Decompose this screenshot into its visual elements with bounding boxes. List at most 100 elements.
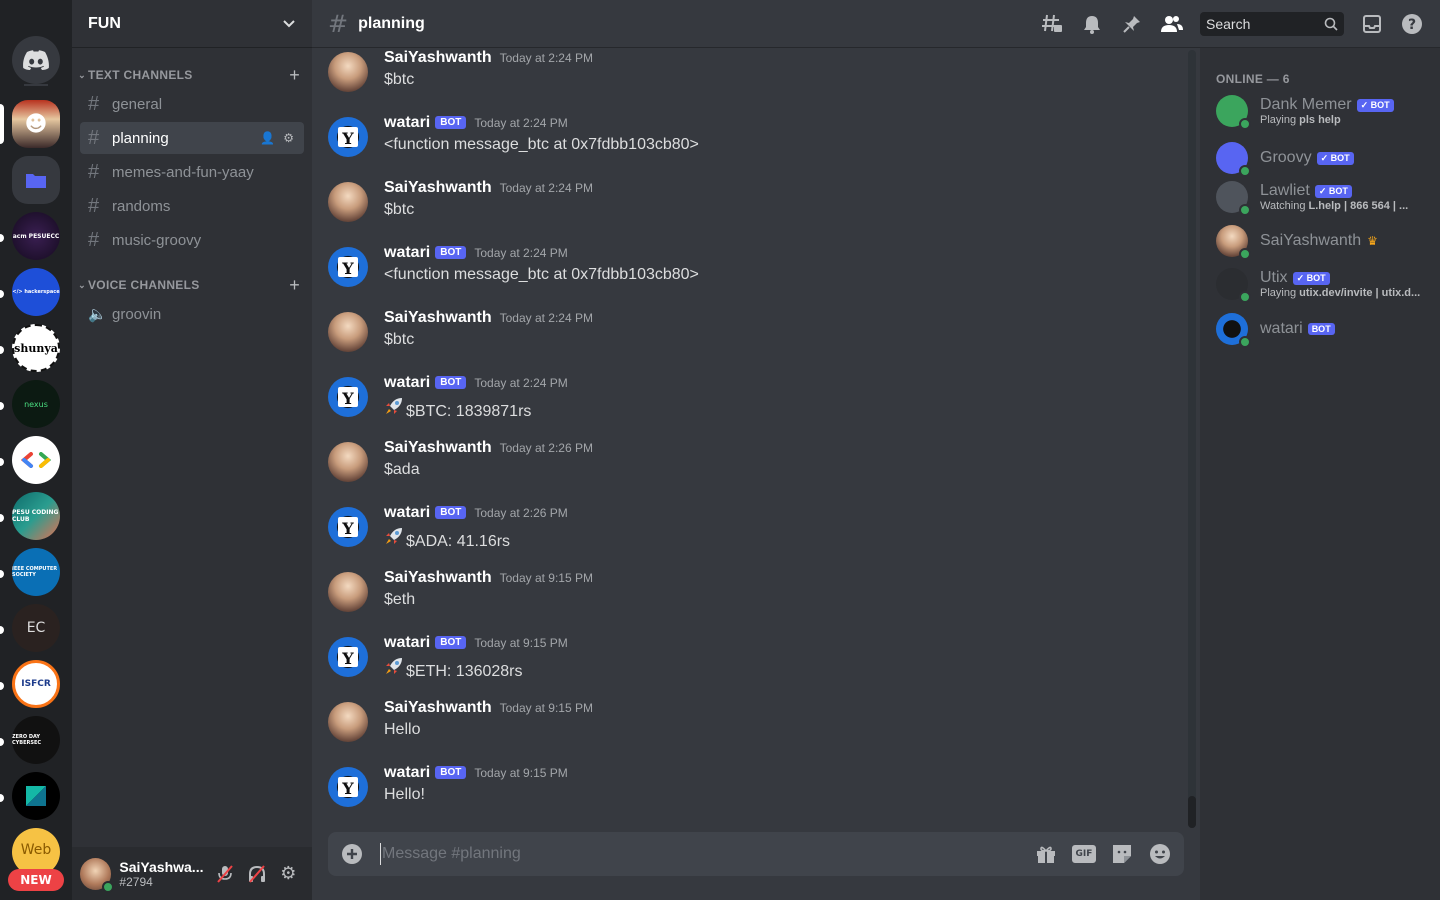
server-folder[interactable] [12,156,60,204]
message-item[interactable]: SaiYashwanth Today at 9:15 PM $eth [328,568,1168,628]
message-item[interactable]: Ywatari BOT Today at 2:24 PM $BTC: 1839871r… [328,373,1168,433]
category-voice-channels[interactable]: ⌄ VOICE CHANNELS + [76,273,308,297]
member-item[interactable]: SaiYashwanth ♛ [1208,220,1432,262]
scrollbar[interactable] [1188,50,1196,828]
message-author[interactable]: watari [384,764,430,782]
search-placeholder: Search [1206,16,1251,32]
message-author[interactable]: watari [384,114,430,132]
add-channel-icon[interactable]: + [289,275,300,296]
notifications-button[interactable] [1080,12,1104,36]
chat-area: # planning Search ? SaiYashwanth Today at… [312,0,1440,900]
threads-button[interactable] [1040,12,1064,36]
new-badge[interactable]: NEW [8,869,64,891]
message-item[interactable]: SaiYashwanth Today at 2:24 PM $btc [328,178,1168,238]
add-channel-icon[interactable]: + [289,65,300,86]
avatar[interactable]: Y [328,377,368,417]
message-author[interactable]: watari [384,504,430,522]
help-button[interactable]: ? [1400,12,1424,36]
member-item[interactable]: watari BOT [1208,308,1432,350]
message-item[interactable]: SaiYashwanth Today at 2:26 PM $ada [328,438,1168,498]
message-item[interactable]: Ywatari BOT Today at 9:15 PM $ETH: 136028rs [328,633,1168,693]
message-text: $BTC: 1839871rs [406,403,532,420]
channel-music-groovy[interactable]: # music-groovy [80,224,304,256]
scrollbar-thumb[interactable] [1188,796,1196,828]
message-item[interactable]: SaiYashwanth Today at 2:24 PM $btc [328,48,1168,108]
avatar[interactable]: Y [328,507,368,547]
avatar [1216,268,1251,303]
message-author[interactable]: watari [384,244,430,262]
server-pesu-coding-club[interactable]: PESU CODING CLUB [12,492,60,540]
activity-text: pls help [1299,114,1341,126]
message-input[interactable] [380,843,1034,865]
message-item[interactable]: Ywatari BOT Today at 9:15 PM Hello! [328,763,1168,823]
message-item[interactable]: Ywatari BOT Today at 2:24 PM <function mess… [328,113,1168,173]
server-acm-pesuecc[interactable]: acm PESUECC [12,212,60,260]
server-nexus[interactable]: nexus [12,380,60,428]
deafen-button[interactable] [241,858,272,890]
message-author[interactable]: SaiYashwanth [384,49,492,67]
gift-button[interactable] [1034,842,1058,866]
member-list-button[interactable] [1160,12,1184,36]
avatar[interactable] [328,572,368,612]
message-item[interactable]: Ywatari BOT Today at 2:26 PM $ADA: 41.16rs [328,503,1168,563]
message-item[interactable]: SaiYashwanth Today at 9:15 PM Hello [328,698,1168,758]
server-gdsc[interactable] [12,436,60,484]
server-hackerspace[interactable]: </> hackerspace [12,268,60,316]
server-ec[interactable]: EC [12,604,60,652]
category-text-channels[interactable]: ⌄ TEXT CHANNELS + [76,63,308,87]
user-settings-button[interactable]: ⚙ [273,858,304,890]
avatar[interactable] [328,702,368,742]
avatar[interactable]: Y [328,637,368,677]
composer-actions: GIF [1034,842,1172,866]
emoji-button[interactable] [1148,842,1172,866]
user-name: SaiYashwa... [119,858,204,875]
server-isfcr[interactable]: ISFCR [12,660,60,708]
pinned-messages-button[interactable] [1120,12,1144,36]
message-item[interactable]: Ywatari BOT Today at 2:24 PM <function mess… [328,243,1168,303]
voice-channel-groovin[interactable]: 🔈 groovin [80,298,304,330]
avatar[interactable] [328,442,368,482]
inbox-button[interactable] [1360,12,1384,36]
channel-general[interactable]: # general [80,88,304,120]
member-item[interactable]: Groovy ✓ BOT [1208,137,1432,179]
avatar[interactable]: Y [328,117,368,157]
message-author[interactable]: SaiYashwanth [384,439,492,457]
guild-header[interactable]: FUN [72,0,312,48]
chevron-down-icon: ⌄ [78,279,86,290]
message-author[interactable]: SaiYashwanth [384,309,492,327]
channel-randoms[interactable]: # randoms [80,190,304,222]
message-author[interactable]: SaiYashwanth [384,179,492,197]
avatar[interactable] [80,857,115,893]
create-invite-icon[interactable]: 👤 [260,131,275,145]
channel-memes-and-fun-yaay[interactable]: # memes-and-fun-yaay [80,156,304,188]
avatar[interactable] [328,52,368,92]
message-text: $eth [384,591,416,608]
avatar[interactable]: Y [328,767,368,807]
server-shunya[interactable]: shunya [12,324,60,372]
server-kite[interactable] [12,772,60,820]
avatar[interactable] [328,312,368,352]
settings-gear-icon[interactable]: ⚙ [283,131,294,145]
message-author[interactable]: SaiYashwanth [384,569,492,587]
message-item[interactable]: SaiYashwanth Today at 2:24 PM $btc [328,308,1168,368]
member-item[interactable]: Dank Memer ✓ BOT Playing pls help [1208,90,1432,132]
member-item[interactable]: Lawliet ✓ BOT Watching L.help | 866 564 | … [1208,176,1432,218]
avatar[interactable] [328,182,368,222]
sticker-button[interactable] [1110,842,1134,866]
message-author[interactable]: watari [384,634,430,652]
gif-button[interactable]: GIF [1072,842,1096,866]
message-author[interactable]: watari [384,374,430,392]
avatar[interactable]: Y [328,247,368,287]
server-zero-day-cybersec[interactable]: ZERO DAY CYBERSEC [12,716,60,764]
server-ieee-computer-society[interactable]: IEEE COMPUTER SOCIETY [12,548,60,596]
search-input[interactable]: Search [1200,12,1344,36]
channel-planning[interactable]: # planning 👤 ⚙ [80,122,304,154]
svg-text:?: ? [1408,17,1416,33]
mute-button[interactable] [210,858,241,890]
member-item[interactable]: Utix ✓ BOT Playing utix.dev/invite | utix.… [1208,263,1432,305]
message-content: <function message_btc at 0x7fdbb103cb80> [384,266,699,284]
upload-button[interactable] [340,842,364,866]
message-author[interactable]: SaiYashwanth [384,699,492,717]
server-fun[interactable]: ☻ [12,100,60,148]
discord-home-button[interactable] [12,36,60,84]
